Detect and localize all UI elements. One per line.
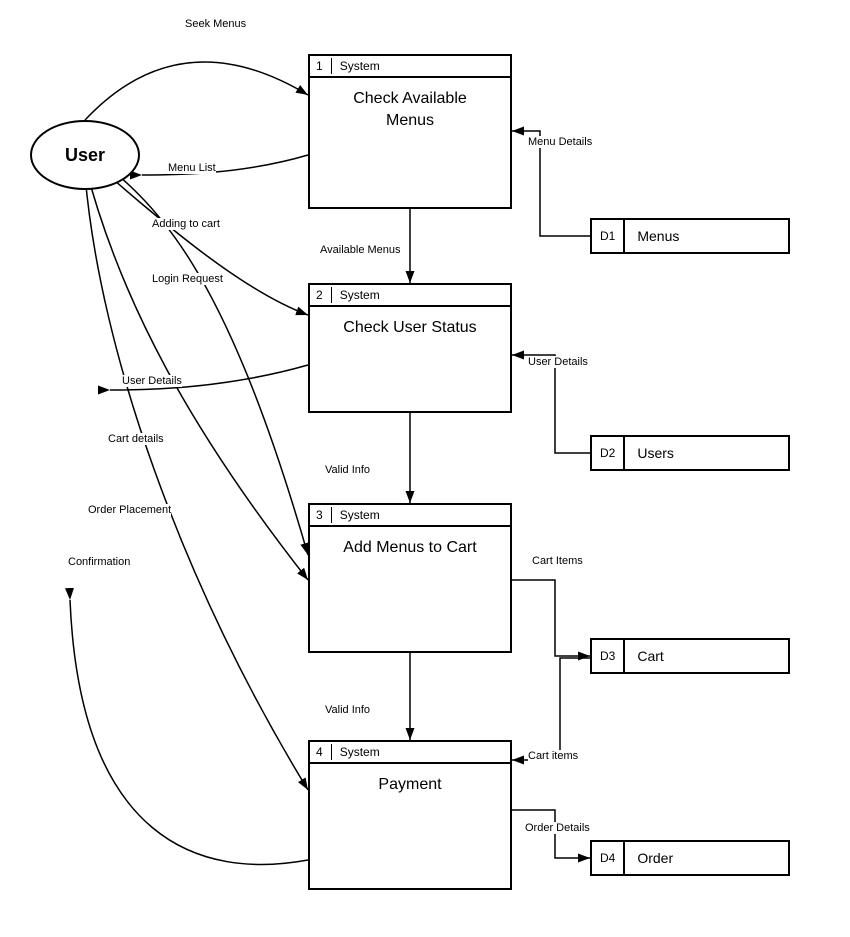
- label-cart-details: Cart details: [108, 433, 164, 445]
- data-store-d4-name: Order: [625, 842, 685, 874]
- process-2-header: 2 System: [310, 285, 510, 307]
- data-store-d2: D2 Users: [590, 435, 790, 471]
- process-1: 1 System Check AvailableMenus: [308, 54, 512, 209]
- process-4: 4 System Payment: [308, 740, 512, 890]
- data-store-d3-name: Cart: [625, 640, 675, 672]
- process-2: 2 System Check User Status: [308, 283, 512, 413]
- label-valid-info-1: Valid Info: [325, 464, 370, 476]
- data-store-d1: D1 Menus: [590, 218, 790, 254]
- label-order-details: Order Details: [525, 822, 590, 834]
- label-adding-to-cart: Adding to cart: [152, 218, 220, 230]
- process-1-number: 1: [316, 59, 323, 73]
- process-1-title: Check AvailableMenus: [310, 78, 510, 143]
- data-store-d4-label: D4: [592, 842, 625, 874]
- label-menu-details: Menu Details: [528, 136, 592, 148]
- process-1-header: 1 System: [310, 56, 510, 78]
- process-3: 3 System Add Menus to Cart: [308, 503, 512, 653]
- data-store-d2-label: D2: [592, 437, 625, 469]
- user-label: User: [65, 145, 105, 166]
- label-user-details-ds: User Details: [528, 356, 588, 368]
- data-store-d1-name: Menus: [625, 220, 691, 252]
- process-4-title: Payment: [310, 764, 510, 806]
- label-available-menus: Available Menus: [320, 244, 401, 256]
- label-cart-items: Cart Items: [532, 555, 583, 567]
- label-confirmation: Confirmation: [68, 556, 130, 568]
- label-seek-menus: Seek Menus: [185, 18, 246, 30]
- data-store-d2-name: Users: [625, 437, 686, 469]
- process-3-title: Add Menus to Cart: [310, 527, 510, 569]
- process-3-system: System: [340, 508, 380, 522]
- data-store-d3-label: D3: [592, 640, 625, 672]
- data-store-d4: D4 Order: [590, 840, 790, 876]
- process-4-system: System: [340, 745, 380, 759]
- label-login-request: Login Request: [152, 273, 223, 285]
- process-2-number: 2: [316, 288, 323, 302]
- user-entity: User: [30, 120, 140, 190]
- process-2-title: Check User Status: [310, 307, 510, 349]
- process-2-system: System: [340, 288, 380, 302]
- data-store-d1-label: D1: [592, 220, 625, 252]
- process-4-number: 4: [316, 745, 323, 759]
- label-order-placement: Order Placement: [88, 504, 171, 516]
- process-3-header: 3 System: [310, 505, 510, 527]
- label-user-details: User Details: [122, 375, 182, 387]
- process-1-system: System: [340, 59, 380, 73]
- process-4-header: 4 System: [310, 742, 510, 764]
- label-valid-info-2: Valid Info: [325, 704, 370, 716]
- diagram-container: User 1 System Check AvailableMenus 2 Sys…: [0, 0, 850, 937]
- process-3-number: 3: [316, 508, 323, 522]
- data-store-d3: D3 Cart: [590, 638, 790, 674]
- label-menu-list: Menu List: [168, 162, 216, 174]
- label-cart-items-ds: Cart items: [528, 750, 578, 762]
